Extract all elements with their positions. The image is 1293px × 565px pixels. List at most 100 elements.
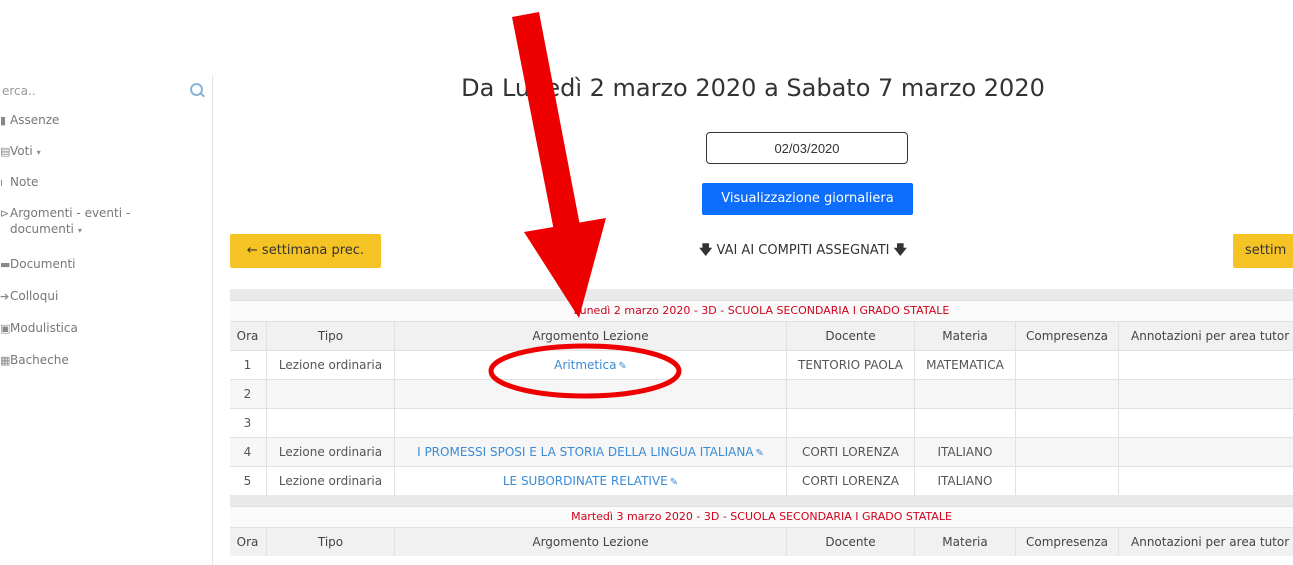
sidebar-item-argomenti-line2[interactable]: documenti ▾: [0, 222, 82, 236]
sidebar-item-label: Bacheche: [10, 353, 69, 367]
cell-ora: 1: [243, 358, 252, 372]
sidebar-item-label: Argomenti - eventi -: [10, 206, 131, 220]
prev-week-button[interactable]: ← settimana prec.: [230, 234, 381, 268]
cell-annotazioni: [1118, 409, 1293, 437]
column-header-argomento: Argomento Lezione: [394, 528, 786, 556]
table-spacer: [230, 289, 1293, 300]
search-icon[interactable]: [190, 83, 203, 96]
cell-argomento: Aritmetica ✎: [394, 351, 786, 379]
sidebar-item-label: Documenti: [10, 257, 76, 271]
table-row: 2: [230, 379, 1293, 408]
table-row: 4 Lezione ordinaria I PROMESSI SPOSI E L…: [230, 437, 1293, 466]
sidebar-item-note[interactable]: ı Note: [0, 175, 38, 189]
cell-docente: [786, 409, 914, 437]
next-week-button[interactable]: settim: [1233, 234, 1293, 268]
table-row: 1 Lezione ordinaria Aritmetica ✎ TENTORIO…: [230, 350, 1293, 379]
goto-tasks-link[interactable]: 🡇 VAI AI COMPITI ASSEGNATI 🡇: [673, 236, 933, 266]
date-input[interactable]: [706, 132, 908, 164]
sidebar-item-label: Colloqui: [10, 289, 59, 303]
cell-argomento: LE SUBORDINATE RELATIVE ✎: [394, 467, 786, 495]
chevron-down-icon: ▾: [77, 226, 82, 235]
sidebar-item-label: Note: [10, 175, 39, 189]
cell-docente: TENTORIO PAOLA: [786, 351, 914, 379]
column-header-ora: Ora: [236, 329, 259, 343]
cell-tipo: [266, 380, 394, 408]
column-header-tipo: Tipo: [266, 322, 394, 350]
lesson-topic-link[interactable]: LE SUBORDINATE RELATIVE: [503, 474, 668, 488]
sidebar-item-bacheche[interactable]: ▦Bacheche: [0, 353, 69, 367]
column-header-compresenza: Compresenza: [1015, 322, 1118, 350]
paperclip-icon[interactable]: ✎: [618, 361, 626, 372]
note-icon: ı: [0, 176, 4, 189]
cell-docente: [786, 380, 914, 408]
column-header-materia: Materia: [914, 528, 1015, 556]
column-header-argomento: Argomento Lezione: [394, 322, 786, 350]
board-icon: ▦: [0, 354, 11, 367]
sidebar-item-voti[interactable]: ▤Voti ▾: [0, 144, 41, 158]
paperclip-icon[interactable]: ✎: [756, 448, 764, 459]
column-header-tipo: Tipo: [266, 528, 394, 556]
table-spacer: [230, 495, 1293, 506]
cell-annotazioni: [1118, 351, 1293, 379]
meetings-icon: ➔: [0, 290, 10, 303]
sidebar-search: [0, 79, 212, 105]
sidebar-item-label: Modulistica: [10, 321, 78, 335]
cell-ora: 4: [243, 445, 252, 459]
calendar-icon: ▮: [0, 114, 7, 127]
cell-compresenza: [1015, 467, 1118, 495]
search-input[interactable]: [0, 79, 207, 103]
column-header-docente: Docente: [786, 528, 914, 556]
cell-tipo: Lezione ordinaria: [266, 351, 394, 379]
sidebar-item-argomenti[interactable]: ⊳Argomenti - eventi -: [0, 206, 130, 220]
sidebar-item-label: Assenze: [10, 113, 60, 127]
lesson-topic-link[interactable]: I PROMESSI SPOSI E LA STORIA DELLA LINGU…: [417, 445, 753, 459]
column-header-annotazioni: Annotazioni per area tutor: [1118, 528, 1293, 556]
sidebar-item-modulistica[interactable]: ▣Modulistica: [0, 321, 78, 335]
grades-icon: ▤: [0, 145, 11, 158]
sidebar: ▮Assenze ▤Voti▾ ıNote ⊳Argomenti - event…: [0, 75, 213, 565]
cell-annotazioni: [1118, 438, 1293, 466]
sidebar-item-label: Voti: [10, 144, 33, 158]
cell-tipo: Lezione ordinaria: [266, 438, 394, 466]
cell-materia: MATEMATICA: [914, 351, 1015, 379]
cell-ora: 2: [243, 387, 252, 401]
cell-argomento: [394, 380, 786, 408]
sidebar-item-label: documenti: [10, 222, 74, 236]
cell-ora: 5: [243, 474, 252, 488]
cell-compresenza: [1015, 409, 1118, 437]
cell-compresenza: [1015, 438, 1118, 466]
cell-docente: CORTI LORENZA: [786, 467, 914, 495]
cell-ora: 3: [243, 416, 252, 430]
cell-annotazioni: [1118, 380, 1293, 408]
sidebar-item-documenti[interactable]: ▬Documenti: [0, 257, 76, 271]
cell-tipo: Lezione ordinaria: [266, 467, 394, 495]
daily-view-button[interactable]: Visualizzazione giornaliera: [702, 183, 913, 215]
page-title: Da Lunedì 2 marzo 2020 a Sabato 7 marzo …: [461, 74, 1045, 102]
forms-icon: ▣: [0, 322, 11, 335]
cell-argomento: I PROMESSI SPOSI E LA STORIA DELLA LINGU…: [394, 438, 786, 466]
cell-materia: ITALIANO: [914, 467, 1015, 495]
cell-materia: ITALIANO: [914, 438, 1015, 466]
cell-annotazioni: [1118, 467, 1293, 495]
main-content: Da Lunedì 2 marzo 2020 a Sabato 7 marzo …: [213, 0, 1293, 565]
goto-tasks-label: VAI AI COMPITI ASSEGNATI: [716, 243, 890, 258]
cell-compresenza: [1015, 351, 1118, 379]
topics-icon: ⊳: [0, 207, 10, 220]
arrow-down-icon: 🡇: [893, 243, 907, 258]
day-heading: Lunedì 2 marzo 2020 - 3D - SCUOLA SECOND…: [230, 300, 1293, 321]
paperclip-icon[interactable]: ✎: [670, 477, 678, 488]
column-header-docente: Docente: [786, 322, 914, 350]
lesson-topic-link[interactable]: Aritmetica: [554, 358, 616, 372]
column-header-ora: Ora: [236, 535, 259, 549]
column-header-annotazioni: Annotazioni per area tutor: [1118, 322, 1293, 350]
cell-compresenza: [1015, 380, 1118, 408]
table-row: 5 Lezione ordinaria LE SUBORDINATE RELAT…: [230, 466, 1293, 495]
chevron-down-icon: ▾: [36, 148, 41, 157]
arrow-down-icon: 🡇: [699, 243, 713, 258]
sidebar-item-assenze[interactable]: ▮ Assenze: [0, 113, 59, 127]
sidebar-item-colloqui[interactable]: ➔Colloqui: [0, 289, 58, 303]
table-header-row: Ora Tipo Argomento Lezione Docente Mater…: [230, 527, 1293, 556]
table-header-row: Ora Tipo Argomento Lezione Docente Mater…: [230, 321, 1293, 350]
documents-icon: ▬: [0, 258, 11, 271]
cell-argomento: [394, 409, 786, 437]
